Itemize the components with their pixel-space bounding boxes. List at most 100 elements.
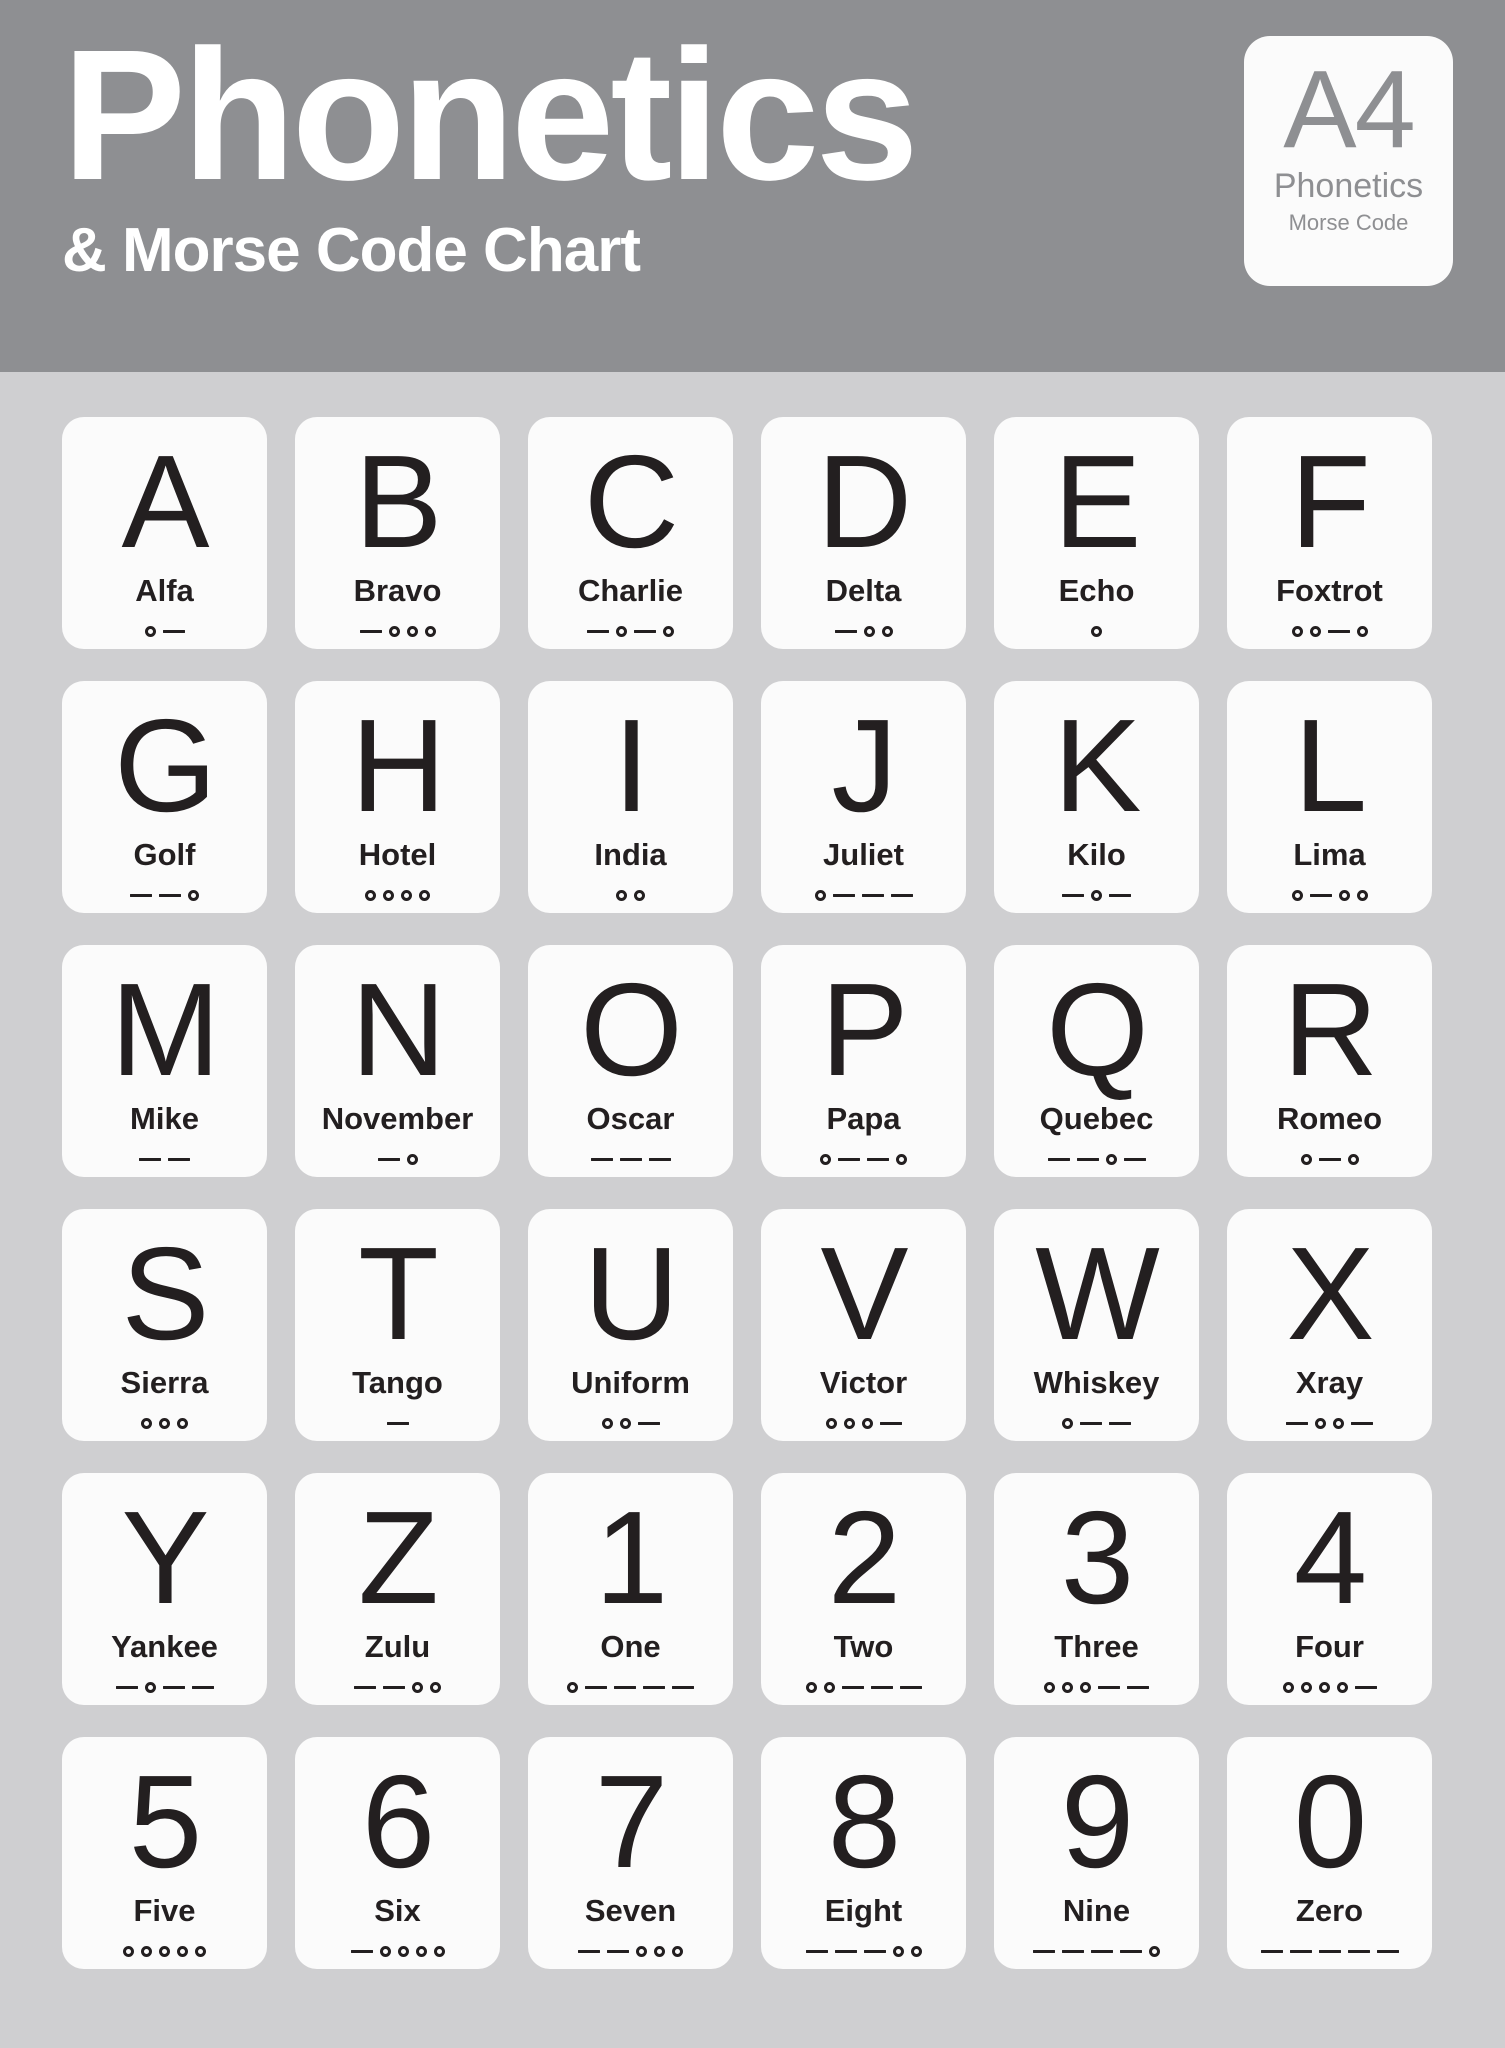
morse-dash-icon (383, 1685, 405, 1690)
card-morse-code (805, 1675, 922, 1699)
letter-card[interactable]: S Sierra (62, 1209, 267, 1441)
card-character: Y (121, 1484, 209, 1631)
letter-card[interactable]: O Oscar (528, 945, 733, 1177)
morse-dot-icon (424, 625, 436, 637)
letter-card[interactable]: 9 Nine (994, 1737, 1199, 1969)
letter-card[interactable]: 2 Two (761, 1473, 966, 1705)
card-morse-code (115, 1675, 214, 1699)
morse-dash-icon (386, 1421, 409, 1426)
morse-dash-icon (870, 1685, 893, 1690)
badge-paper-size: A4 (1283, 48, 1416, 171)
letter-card[interactable]: Z Zulu (295, 1473, 500, 1705)
letter-card[interactable]: I India (528, 681, 733, 913)
morse-dot-icon (144, 1681, 156, 1693)
morse-dash-icon (139, 1157, 161, 1162)
letter-card[interactable]: 4 Four (1227, 1473, 1432, 1705)
card-morse-code (1062, 1411, 1131, 1435)
morse-dash-icon (354, 1685, 376, 1690)
letter-card[interactable]: 3 Three (994, 1473, 1199, 1705)
morse-dot-icon (567, 1681, 578, 1693)
morse-dot-icon (406, 625, 418, 637)
morse-dash-icon (1289, 1949, 1312, 1954)
letter-card[interactable]: T Tango (295, 1209, 500, 1441)
letter-card[interactable]: K Kilo (994, 681, 1199, 913)
card-phonetic-word: Six (374, 1893, 421, 1929)
letter-card[interactable]: R Romeo (1227, 945, 1432, 1177)
morse-dash-icon (168, 1157, 190, 1162)
card-phonetic-word: Uniform (571, 1365, 690, 1401)
card-morse-code (834, 619, 893, 643)
morse-dash-icon (130, 893, 152, 898)
card-phonetic-word: Juliet (823, 837, 904, 873)
morse-dash-icon (1318, 1949, 1341, 1954)
morse-dot-icon (1347, 1153, 1359, 1165)
letter-card[interactable]: 1 One (528, 1473, 733, 1705)
morse-dot-icon (379, 1945, 391, 1957)
morse-dot-icon (1291, 889, 1303, 901)
letter-card[interactable]: U Uniform (528, 1209, 733, 1441)
letter-card[interactable]: F Foxtrot (1227, 417, 1432, 649)
morse-dash-icon (899, 1685, 922, 1690)
morse-dot-icon (1149, 1945, 1160, 1957)
letter-card[interactable]: H Hotel (295, 681, 500, 913)
card-character: C (583, 428, 679, 575)
card-phonetic-word: Delta (825, 573, 902, 609)
morse-dot-icon (430, 1681, 441, 1693)
letter-card[interactable]: M Mike (62, 945, 267, 1177)
morse-dot-icon (383, 889, 394, 901)
badge-label-morse-code: Morse Code (1288, 210, 1409, 236)
letter-card[interactable]: C Charlie (528, 417, 733, 649)
morse-dot-icon (406, 1153, 418, 1165)
card-phonetic-word: Victor (819, 1365, 908, 1401)
card-morse-code (130, 883, 199, 907)
card-morse-code (1291, 883, 1368, 907)
morse-dot-icon (601, 1417, 613, 1429)
letter-card[interactable]: W Whiskey (994, 1209, 1199, 1441)
card-phonetic-word: Romeo (1276, 1101, 1383, 1137)
card-phonetic-word: Whiskey (1033, 1365, 1160, 1401)
letter-card[interactable]: B Bravo (295, 417, 500, 649)
card-character: H (350, 692, 446, 839)
morse-dot-icon (1356, 625, 1368, 637)
morse-dash-icon (162, 629, 185, 634)
card-phonetic-word: November (321, 1101, 474, 1137)
morse-dash-icon (159, 893, 181, 898)
morse-dot-icon (814, 889, 826, 901)
letter-card[interactable]: 7 Seven (528, 1737, 733, 1969)
letter-card[interactable]: V Victor (761, 1209, 966, 1441)
page-header: Phonetics & Morse Code Chart A4 Phonetic… (0, 0, 1505, 372)
morse-dot-icon (654, 1945, 665, 1957)
morse-dash-icon (1080, 1421, 1102, 1426)
morse-dash-icon (1351, 1421, 1373, 1426)
card-phonetic-word: Nine (1062, 1893, 1131, 1929)
card-morse-code (139, 1147, 190, 1171)
letter-card[interactable]: 0 Zero (1227, 1737, 1432, 1969)
card-character: 9 (1060, 1748, 1134, 1895)
letter-card[interactable]: Q Quebec (994, 945, 1199, 1177)
card-character: 4 (1293, 1484, 1367, 1631)
card-character: D (816, 428, 912, 575)
morse-dot-icon (1105, 1153, 1117, 1165)
letter-card[interactable]: L Lima (1227, 681, 1432, 913)
letter-card[interactable]: N November (295, 945, 500, 1177)
letter-card[interactable]: J Juliet (761, 681, 966, 913)
letter-card[interactable]: D Delta (761, 417, 966, 649)
card-character: 3 (1060, 1484, 1134, 1631)
morse-dot-icon (1282, 1681, 1294, 1693)
letter-card[interactable]: G Golf (62, 681, 267, 913)
letter-card[interactable]: X Xray (1227, 1209, 1432, 1441)
morse-dot-icon (388, 625, 400, 637)
letter-card[interactable]: 8 Eight (761, 1737, 966, 1969)
card-phonetic-word: Quebec (1039, 1101, 1154, 1137)
card-morse-code (1062, 883, 1131, 907)
card-morse-code (601, 1411, 660, 1435)
letter-card[interactable]: 6 Six (295, 1737, 500, 1969)
letter-card[interactable]: Y Yankee (62, 1473, 267, 1705)
card-character: I (613, 692, 650, 839)
morse-dot-icon (825, 1417, 837, 1429)
letter-card[interactable]: 5 Five (62, 1737, 267, 1969)
morse-dash-icon (863, 1949, 886, 1954)
letter-card[interactable]: E Echo (994, 417, 1199, 649)
letter-card[interactable]: P Papa (761, 945, 966, 1177)
letter-card[interactable]: A Alfa (62, 417, 267, 649)
